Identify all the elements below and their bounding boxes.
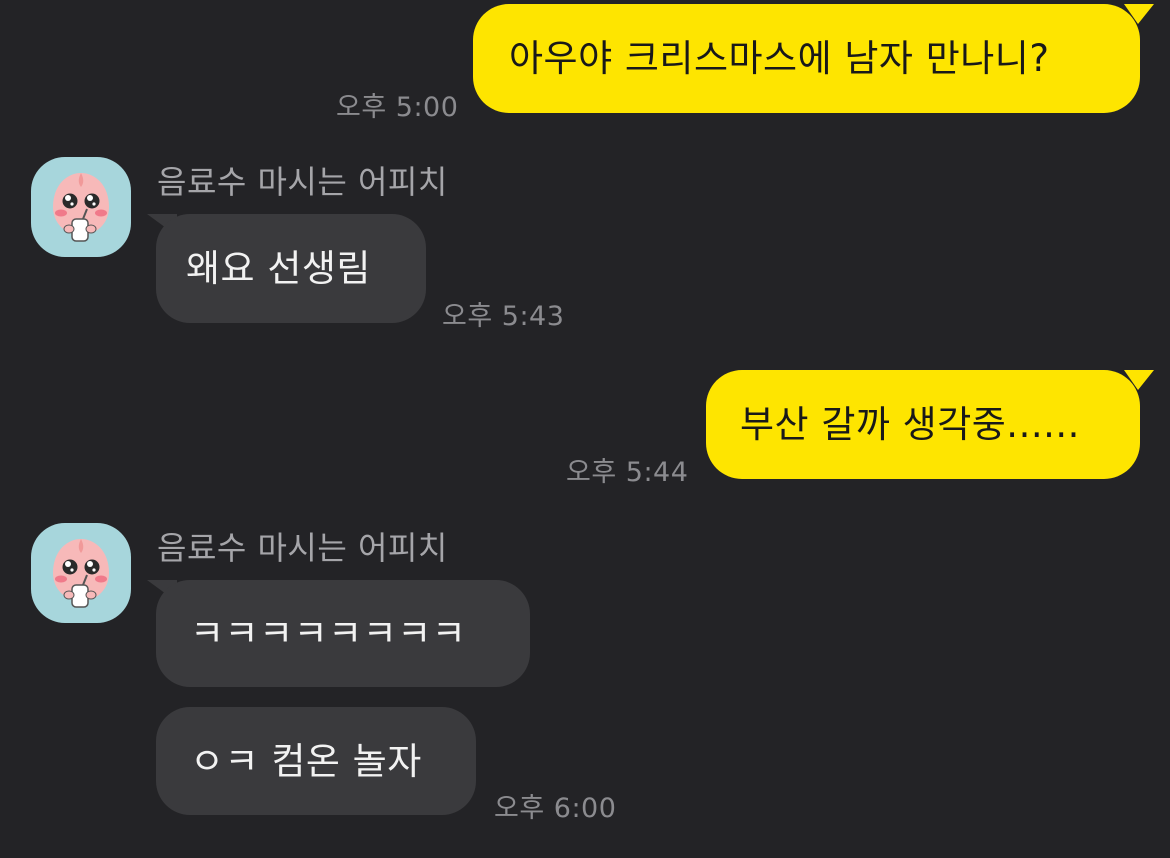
message-text: ㅋㅋㅋㅋㅋㅋㅋㅋ (190, 612, 467, 655)
incoming-message-bubble[interactable]: ㅇㅋ 컴온 놀자 (156, 707, 476, 815)
incoming-message-bubble[interactable]: ㅋㅋㅋㅋㅋㅋㅋㅋ (156, 580, 530, 687)
timestamp: 오후 5:00 (336, 92, 459, 123)
apeach-drinking-avatar-icon (53, 173, 109, 242)
incoming-message-bubble[interactable]: 왜요 선생림 (156, 214, 426, 323)
sender-avatar[interactable] (31, 157, 131, 257)
message-text: 왜요 선생림 (186, 247, 371, 290)
my-message-bubble[interactable]: 부산 갈까 생각중...... (706, 370, 1140, 479)
my-message-bubble[interactable]: 아우야 크리스마스에 남자 만나니? (473, 4, 1140, 113)
apeach-drinking-avatar-icon (53, 539, 109, 608)
message-text: ㅇㅋ 컴온 놀자 (190, 739, 422, 783)
timestamp: 오후 6:00 (494, 793, 617, 824)
bubble-tail (1124, 370, 1154, 390)
message-text: 아우야 크리스마스에 남자 만나니? (509, 37, 1050, 80)
sender-name: 음료수 마시는 어피치 (157, 529, 448, 567)
timestamp: 오후 5:44 (566, 457, 689, 488)
message-text: 부산 갈까 생각중...... (740, 403, 1080, 446)
timestamp: 오후 5:43 (442, 301, 565, 332)
sender-name: 음료수 마시는 어피치 (157, 163, 448, 201)
chat-area[interactable]: 아우야 크리스마스에 남자 만나니? 오후 5:00 음료수 마시는 어피치 왜… (0, 0, 1170, 858)
bubble-tail (1124, 4, 1154, 24)
sender-avatar[interactable] (31, 523, 131, 623)
